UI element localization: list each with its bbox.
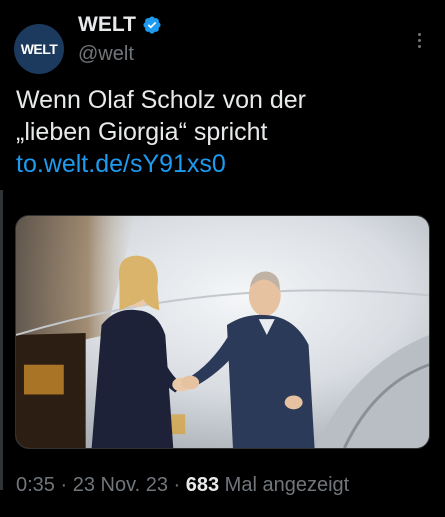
photo-handshake-illustration [16, 216, 429, 448]
avatar[interactable]: WELT [14, 24, 64, 74]
tweet-text-line-1: Wenn Olaf Scholz von der [16, 86, 306, 114]
timeline-rail [0, 190, 3, 490]
tweet-meta: 0:35 · 23 Nov. 23 · 683 Mal angezeigt [16, 474, 349, 497]
tweet-photo[interactable] [15, 215, 430, 449]
tweet-link[interactable]: to.welt.de/sY91xs0 [16, 148, 426, 180]
meta-separator: · [54, 474, 73, 496]
author-names: WELT @welt [78, 12, 162, 68]
more-options-icon[interactable] [407, 28, 431, 52]
tweet-time[interactable]: 0:35 [16, 474, 55, 496]
tweet-date[interactable]: 23 Nov. 23 [73, 474, 168, 496]
tweet-header: WELT WELT @welt [14, 12, 431, 74]
view-count[interactable]: 683 [186, 474, 219, 496]
tweet-text-line-2: „lieben Giorgia“ spricht [16, 118, 268, 146]
author-display-name-row[interactable]: WELT [78, 12, 162, 38]
author-display-name[interactable]: WELT [78, 12, 136, 38]
view-count-label: Mal angezeigt [219, 474, 350, 496]
avatar-logo: WELT [20, 41, 58, 57]
meta-separator: · [167, 474, 186, 496]
verified-badge-icon [143, 16, 161, 34]
tweet-text: Wenn Olaf Scholz von der „lieben Giorgia… [16, 84, 426, 180]
author-handle[interactable]: @welt [78, 40, 162, 68]
